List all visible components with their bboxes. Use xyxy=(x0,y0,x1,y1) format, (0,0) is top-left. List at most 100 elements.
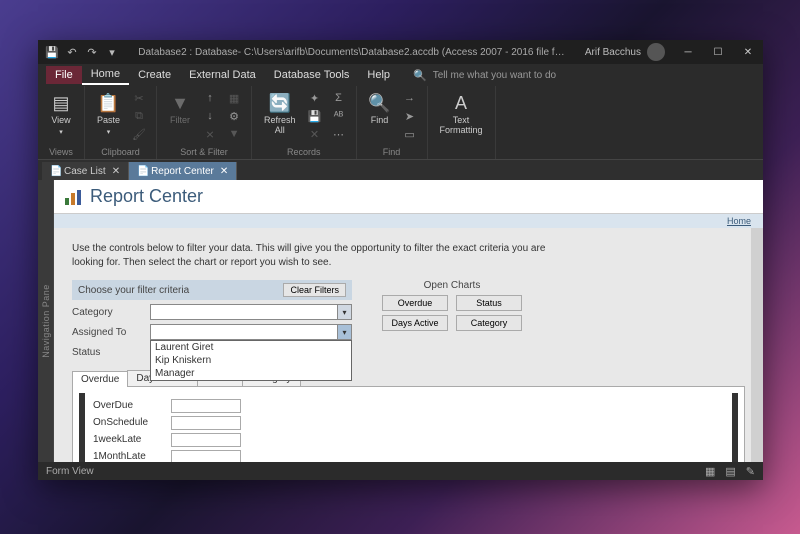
text-formatting-icon: A xyxy=(450,92,472,114)
tab-report-center[interactable]: 📄 Report Center ✕ xyxy=(129,162,237,180)
ribbon-group-text-formatting: A Text Formatting xyxy=(428,86,496,159)
find-icon: 🔍 xyxy=(369,92,391,114)
category-chart-button[interactable]: Category xyxy=(456,315,522,331)
menu-database-tools[interactable]: Database Tools xyxy=(265,66,359,84)
refresh-all-button[interactable]: 🔄 Refresh All xyxy=(260,90,300,138)
form-view-icon[interactable]: ▦ xyxy=(705,465,715,478)
chevron-down-icon[interactable]: ▾ xyxy=(337,325,351,339)
overdue-field[interactable] xyxy=(171,399,241,413)
chevron-down-icon: ▾ xyxy=(107,128,111,136)
form-icon: 📄 xyxy=(137,166,147,176)
titlebar: 💾 ↶ ↷ ▾ Database2 : Database- C:\Users\a… xyxy=(38,40,763,64)
chevron-down-icon[interactable]: ▾ xyxy=(337,305,351,319)
close-tab-icon[interactable]: ✕ xyxy=(220,166,228,177)
tell-me-search[interactable]: 🔍 Tell me what you want to do xyxy=(413,69,556,82)
filter-button: ▼ Filter xyxy=(165,90,195,128)
qat-customize-icon[interactable]: ▾ xyxy=(106,46,118,58)
text-formatting-button[interactable]: A Text Formatting xyxy=(436,90,487,138)
chart-icon xyxy=(64,188,82,206)
undo-icon[interactable]: ↶ xyxy=(66,46,78,58)
ribbon-group-clipboard: 📋 Paste ▾ ✂ ⧉ 🖌 Clipboard xyxy=(85,86,157,159)
spelling-icon[interactable]: ᴬᴮ xyxy=(330,108,348,124)
save-icon[interactable]: 💾 xyxy=(46,46,58,58)
criteria-header: Choose your filter criteria xyxy=(78,285,189,296)
assigned-to-label: Assigned To xyxy=(72,327,144,338)
format-painter-icon: 🖌 xyxy=(130,126,148,142)
app-window: 💾 ↶ ↷ ▾ Database2 : Database- C:\Users\a… xyxy=(38,40,763,480)
navigation-pane-collapsed[interactable]: Navigation Pane xyxy=(38,180,54,462)
paste-icon: 📋 xyxy=(98,92,120,114)
dropdown-item[interactable]: Laurent Giret xyxy=(151,341,351,354)
goto-icon[interactable]: ➤ xyxy=(401,108,419,124)
1monthlate-field[interactable] xyxy=(171,450,241,463)
close-tab-icon[interactable]: ✕ xyxy=(112,166,120,177)
menu-create[interactable]: Create xyxy=(129,66,180,84)
overdue-chart-button[interactable]: Overdue xyxy=(382,295,448,311)
search-icon: 🔍 xyxy=(413,69,427,82)
subtab-overdue[interactable]: Overdue xyxy=(72,371,128,387)
form-header: Report Center xyxy=(54,180,763,214)
tab-case-list[interactable]: 📄 Case List ✕ xyxy=(42,162,129,180)
delete-record-icon: ✕ xyxy=(306,126,324,142)
sort-desc-icon[interactable]: ↓ xyxy=(201,108,219,124)
save-record-icon[interactable]: 💾 xyxy=(306,108,324,124)
more-icon[interactable]: ⋯ xyxy=(330,126,348,142)
dropdown-item[interactable]: Kip Kniskern xyxy=(151,354,351,367)
layout-view-icon[interactable]: ✎ xyxy=(746,465,755,478)
1weeklate-field[interactable] xyxy=(171,433,241,447)
status-view-label: Form View xyxy=(46,466,94,477)
close-button[interactable]: ✕ xyxy=(733,40,763,64)
data-label: OnSchedule xyxy=(93,417,163,428)
menu-home[interactable]: Home xyxy=(82,65,129,85)
toggle-filter-icon: ▼ xyxy=(225,126,243,142)
ribbon-group-sort-filter: ▼ Filter ↑ ↓ ⨯ ▦ ⚙ ▼ Sort & Filter xyxy=(157,86,252,159)
view-button[interactable]: ▤ View ▾ xyxy=(46,90,76,138)
subform: OverDue OnSchedule 1weekLate 1MonthLate xyxy=(72,387,745,462)
paste-button[interactable]: 📋 Paste ▾ xyxy=(93,90,124,138)
select-icon[interactable]: ▭ xyxy=(401,126,419,142)
view-icon: ▤ xyxy=(50,92,72,114)
ribbon-group-find: 🔍 Find → ➤ ▭ Find xyxy=(357,86,428,159)
filter-criteria-panel: Choose your filter criteria Clear Filter… xyxy=(72,280,352,360)
intro-text: Use the controls below to filter your da… xyxy=(72,242,572,270)
menu-file[interactable]: File xyxy=(46,66,82,84)
ribbon-group-views: ▤ View ▾ Views xyxy=(38,86,85,159)
category-combobox[interactable]: ▾ xyxy=(150,304,352,320)
status-label: Status xyxy=(72,347,144,358)
ribbon-group-records: 🔄 Refresh All ✦ 💾 ✕ Σ ᴬᴮ ⋯ Records xyxy=(252,86,357,159)
menu-external-data[interactable]: External Data xyxy=(180,66,265,84)
data-label: OverDue xyxy=(93,400,163,411)
minimize-button[interactable]: ─ xyxy=(673,40,703,64)
ribbon: ▤ View ▾ Views 📋 Paste ▾ ✂ ⧉ 🖌 xyxy=(38,86,763,160)
statusbar: Form View ▦ ▤ ✎ xyxy=(38,462,763,480)
form-body: Use the controls below to filter your da… xyxy=(54,228,763,462)
dropdown-item[interactable]: Manager xyxy=(151,367,351,380)
user-avatar[interactable] xyxy=(647,43,665,61)
category-label: Category xyxy=(72,307,144,318)
clear-filters-button[interactable]: Clear Filters xyxy=(283,283,346,297)
remove-sort-icon: ⨯ xyxy=(201,126,219,142)
user-name[interactable]: Arif Bacchus xyxy=(585,47,647,58)
form-view: Report Center Home Use the controls belo… xyxy=(54,180,763,462)
totals-icon[interactable]: Σ xyxy=(330,90,348,106)
assigned-to-combobox[interactable]: ▾ Laurent Giret Kip Kniskern Manager xyxy=(150,324,352,340)
advanced-icon[interactable]: ⚙ xyxy=(225,108,243,124)
filter-icon: ▼ xyxy=(169,92,191,114)
onschedule-field[interactable] xyxy=(171,416,241,430)
status-chart-button[interactable]: Status xyxy=(456,295,522,311)
sort-asc-icon[interactable]: ↑ xyxy=(201,90,219,106)
vertical-scrollbar[interactable] xyxy=(751,228,763,462)
selection-icon: ▦ xyxy=(225,90,243,106)
redo-icon[interactable]: ↷ xyxy=(86,46,98,58)
open-charts-panel: Open Charts Overdue Status Days Active C… xyxy=(382,280,522,360)
new-record-icon[interactable]: ✦ xyxy=(306,90,324,106)
days-active-chart-button[interactable]: Days Active xyxy=(382,315,448,331)
copy-icon: ⧉ xyxy=(130,108,148,124)
find-button[interactable]: 🔍 Find xyxy=(365,90,395,128)
data-label: 1MonthLate xyxy=(93,451,163,462)
maximize-button[interactable]: ☐ xyxy=(703,40,733,64)
home-link[interactable]: Home xyxy=(727,216,751,226)
replace-icon[interactable]: → xyxy=(401,90,419,106)
menu-help[interactable]: Help xyxy=(358,66,399,84)
datasheet-view-icon[interactable]: ▤ xyxy=(725,465,735,478)
